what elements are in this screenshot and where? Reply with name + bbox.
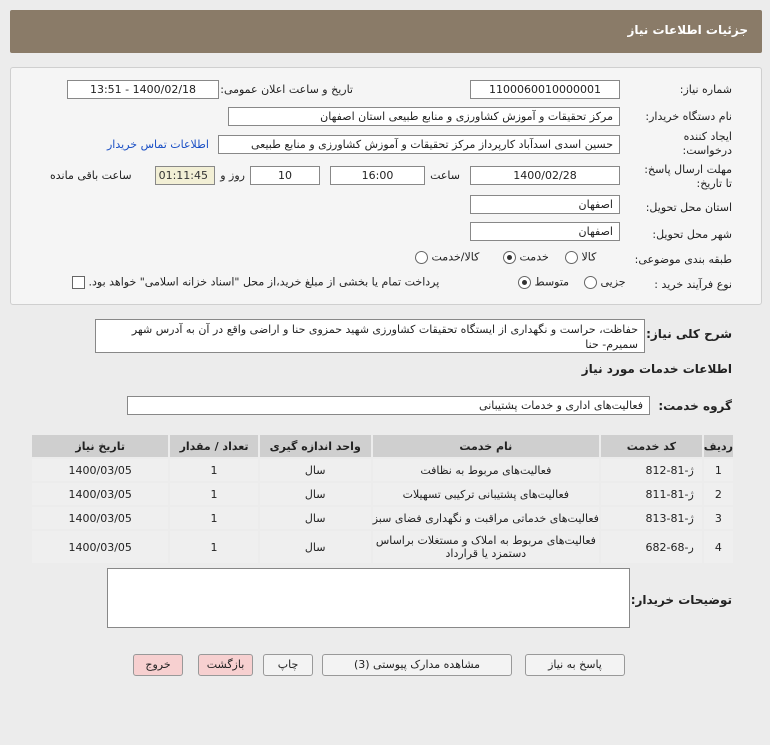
cell-unit: سال xyxy=(259,459,371,481)
service-group-label: گروه خدمت: xyxy=(658,399,732,413)
services-section-title: اطلاعات خدمات مورد نیاز xyxy=(581,362,732,376)
category-label: طبقه بندی موضوعی: xyxy=(634,253,732,266)
buyer-notes-box xyxy=(107,568,630,628)
buyer-contact-link[interactable]: اطلاعات تماس خریدار xyxy=(107,138,209,151)
announce-label: تاریخ و ساعت اعلان عمومی: xyxy=(220,83,353,96)
purchase-minor-radio[interactable] xyxy=(584,275,597,289)
purchase-medium-radio[interactable] xyxy=(518,275,531,289)
requester-label-1: ایجاد کننده xyxy=(683,130,732,143)
purchase-option-minor[interactable]: جزیی xyxy=(584,275,626,289)
cell-unit: سال xyxy=(259,531,371,563)
back-button[interactable]: بازگشت xyxy=(198,654,253,676)
category-service-radio[interactable] xyxy=(503,250,516,264)
cell-idx: 1 xyxy=(703,459,733,481)
summary-text: حفاظت، حراست و نگهداری از ایستگاه تحقیقا… xyxy=(95,319,645,353)
deadline-label-1: مهلت ارسال پاسخ: xyxy=(644,163,732,176)
cell-qty: 1 xyxy=(170,507,258,529)
announce-field: 1400/02/18 - 13:51 xyxy=(67,80,219,99)
deadline-time-label: ساعت xyxy=(430,169,460,182)
category-goods-service-radio[interactable] xyxy=(415,250,428,264)
cell-code: ژ-81-813 xyxy=(600,507,702,529)
cell-qty: 1 xyxy=(170,459,258,481)
buyer-notes-label: توضیحات خریدار: xyxy=(630,593,732,607)
need-info-panel xyxy=(10,67,762,305)
services-table: ردیف کد خدمت نام خدمت واحد اندازه گیری ت… xyxy=(30,433,735,565)
days-remaining-field: 10 xyxy=(250,166,320,185)
col-header-name: نام خدمت xyxy=(372,435,599,457)
city-label: شهر محل تحویل: xyxy=(652,228,732,241)
table-row: 4 ر-68-682 فعالیت‌های مربوط به املاک و م… xyxy=(32,531,733,563)
cell-unit: سال xyxy=(259,483,371,505)
purchase-type-label: نوع فرآیند خرید : xyxy=(654,278,732,291)
treasury-payment-checkbox[interactable] xyxy=(72,275,85,289)
view-attachments-button[interactable]: مشاهده مدارک پیوستی (3) xyxy=(322,654,512,676)
col-header-qty: تعداد / مقدار xyxy=(170,435,258,457)
purchase-option-medium[interactable]: متوسط xyxy=(518,275,569,289)
exit-button[interactable]: خروج xyxy=(133,654,183,676)
cell-code: ر-68-682 xyxy=(600,531,702,563)
cell-qty: 1 xyxy=(170,483,258,505)
category-option-goods[interactable]: کالا xyxy=(565,250,596,264)
page-header: جزئیات اطلاعات نیاز xyxy=(10,10,762,53)
cell-unit: سال xyxy=(259,507,371,529)
cell-code: ژ-81-812 xyxy=(600,459,702,481)
city-field: اصفهان xyxy=(470,222,620,241)
col-header-row: ردیف xyxy=(703,435,733,457)
category-option-service[interactable]: خدمت xyxy=(503,250,549,264)
province-field: اصفهان xyxy=(470,195,620,214)
cell-name: فعالیت‌های مربوط به املاک و مستغلات براس… xyxy=(372,531,599,563)
cell-qty: 1 xyxy=(170,531,258,563)
category-goods-radio[interactable] xyxy=(565,250,578,264)
reply-button[interactable]: پاسخ به نیاز xyxy=(525,654,625,676)
cell-code: ژ-81-811 xyxy=(600,483,702,505)
requester-label-2: درخواست: xyxy=(682,144,732,157)
summary-label: شرح کلی نیاز: xyxy=(646,327,732,341)
col-header-unit: واحد اندازه گیری xyxy=(259,435,371,457)
need-number-field: 1100060010000001 xyxy=(470,80,620,99)
remaining-time-field: 01:11:45 xyxy=(155,166,215,185)
cell-name: فعالیت‌های مربوط به نظافت xyxy=(372,459,599,481)
cell-date: 1400/03/05 xyxy=(32,507,169,529)
cell-name: فعالیت‌های پشتیبانی ترکیبی تسهیلات xyxy=(372,483,599,505)
deadline-time-field: 16:00 xyxy=(330,166,425,185)
page-header-title: جزئیات اطلاعات نیاز xyxy=(627,23,748,37)
cell-date: 1400/03/05 xyxy=(32,483,169,505)
services-table-header: ردیف کد خدمت نام خدمت واحد اندازه گیری ت… xyxy=(32,435,733,457)
cell-date: 1400/03/05 xyxy=(32,531,169,563)
days-label: روز و xyxy=(220,169,245,182)
cell-date: 1400/03/05 xyxy=(32,459,169,481)
table-row: 1 ژ-81-812 فعالیت‌های مربوط به نظافت سال… xyxy=(32,459,733,481)
deadline-date-field: 1400/02/28 xyxy=(470,166,620,185)
col-header-date: تاریخ نیاز xyxy=(32,435,169,457)
table-row: 2 ژ-81-811 فعالیت‌های پشتیبانی ترکیبی تس… xyxy=(32,483,733,505)
cell-idx: 3 xyxy=(703,507,733,529)
province-label: استان محل تحویل: xyxy=(645,201,732,214)
cell-name: فعالیت‌های خدماتی مراقبت و نگهداری فضای … xyxy=(372,507,599,529)
cell-idx: 4 xyxy=(703,531,733,563)
treasury-payment-option[interactable]: پرداخت تمام یا بخشی از مبلغ خرید،از محل … xyxy=(72,275,439,289)
col-header-code: کد خدمت xyxy=(600,435,702,457)
buyer-org-label: نام دستگاه خریدار: xyxy=(645,110,732,123)
need-number-label: شماره نیاز: xyxy=(679,83,732,96)
remaining-label: ساعت باقی مانده xyxy=(50,169,132,182)
cell-idx: 2 xyxy=(703,483,733,505)
print-button[interactable]: چاپ xyxy=(263,654,313,676)
requester-field: حسین اسدی اسدآباد کارپرداز مرکز تحقیقات … xyxy=(218,135,620,154)
buyer-org-field: مرکز تحقیقات و آموزش کشاورزی و منابع طبی… xyxy=(228,107,620,126)
category-option-goods-service[interactable]: کالا/خدمت xyxy=(415,250,479,264)
deadline-label-2: تا تاریخ: xyxy=(696,177,732,190)
service-group-field: فعالیت‌های اداری و خدمات پشتیبانی xyxy=(127,396,650,415)
table-row: 3 ژ-81-813 فعالیت‌های خدماتی مراقبت و نگ… xyxy=(32,507,733,529)
